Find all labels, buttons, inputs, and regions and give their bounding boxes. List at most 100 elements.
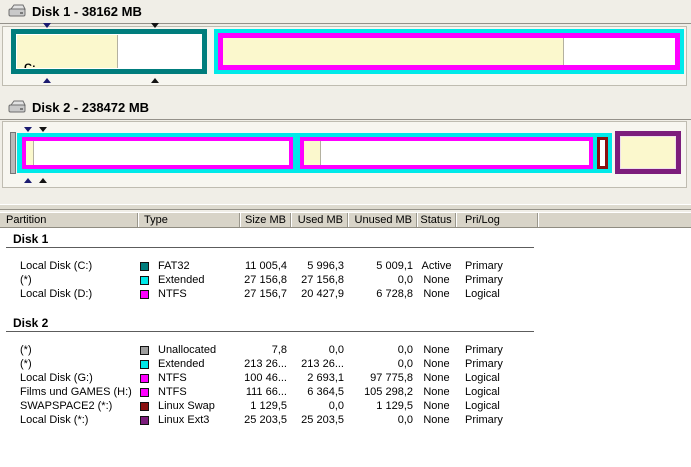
disk2-title: Disk 2 - 238472 MB (32, 100, 149, 115)
cell-used: 0,0 (291, 399, 348, 413)
cell-prilog: Primary (456, 413, 538, 427)
cell-unused: 6 728,8 (348, 287, 417, 301)
unallocated-space-bar[interactable] (10, 132, 16, 174)
cell-status: None (417, 399, 456, 413)
column-header-size[interactable]: Size MB (240, 213, 291, 227)
cell-prilog: Primary (456, 273, 538, 287)
cell-type: Linux Ext3 (138, 413, 240, 427)
column-header-used[interactable]: Used MB (291, 213, 348, 227)
type-color-swatch (140, 262, 149, 271)
partition-bar-ext3[interactable] (615, 131, 681, 174)
cell-size: 111 66... (240, 385, 291, 399)
cell-partition: (*) (0, 273, 138, 287)
cell-prilog: Logical (456, 385, 538, 399)
disk1-header-band: Disk 1 - 38162 MB (0, 0, 691, 24)
table-row-c[interactable]: Local Disk (C:) FAT32 11 005,4 5 996,3 5… (0, 259, 691, 273)
partition-bar-h-body: H: Films und GAMES 111 662,7 MB NTFS (304, 141, 589, 165)
type-color-swatch (140, 374, 149, 383)
splitter-bar[interactable] (0, 204, 691, 210)
boundary-marker-icon (151, 23, 159, 28)
table-row-extended1[interactable]: (*) Extended 27 156,8 27 156,8 0,0 None … (0, 273, 691, 287)
cell-unused: 0,0 (348, 343, 417, 357)
type-label: Extended (158, 357, 204, 371)
partition-bar-d[interactable]: D: 27 156,7 MB NTFS (218, 33, 680, 70)
cell-status: None (417, 371, 456, 385)
cell-partition: Local Disk (C:) (0, 259, 138, 273)
cell-type: Linux Swap (138, 399, 240, 413)
table-header: Partition Type Size MB Used MB Unused MB… (0, 212, 691, 228)
column-header-prilog[interactable]: Pri/Log (456, 213, 538, 227)
partition-manager-window: Disk 1 - 38162 MB C: 11 005,4 MB FAT32 D… (0, 0, 691, 467)
partition-bar-h-label: H: Films und GAMES 111 662,7 MB NTFS (311, 141, 427, 165)
column-header-filler (538, 213, 691, 227)
cell-unused: 0,0 (348, 413, 417, 427)
partition-table: Disk 1 Local Disk (C:) FAT32 11 005,4 5 … (0, 228, 691, 467)
disk1-title: Disk 1 - 38162 MB (32, 4, 142, 19)
boundary-marker-icon (43, 23, 51, 28)
partition-bar-g[interactable]: G: 100 469,0 MB NTFS (22, 137, 293, 169)
partition-bar-c[interactable]: C: 11 005,4 MB FAT32 (11, 29, 207, 74)
boundary-marker-icon (151, 78, 159, 83)
type-color-swatch (140, 290, 149, 299)
partition-bar-g-body: G: 100 469,0 MB NTFS (26, 141, 289, 165)
boundary-marker-icon (24, 127, 32, 132)
cell-partition: Local Disk (G:) (0, 371, 138, 385)
disk1-rows: Local Disk (C:) FAT32 11 005,4 5 996,3 5… (0, 259, 691, 301)
boundary-marker-icon (39, 178, 47, 183)
cell-used: 20 427,9 (291, 287, 348, 301)
table-row-swap[interactable]: SWAPSPACE2 (*:) Linux Swap 1 129,5 0,0 1… (0, 399, 691, 413)
column-header-unused[interactable]: Unused MB (348, 213, 417, 227)
type-label: Unallocated (158, 343, 216, 357)
table-row-d[interactable]: Local Disk (D:) NTFS 27 156,7 20 427,9 6… (0, 287, 691, 301)
table-row-unallocated[interactable]: (*) Unallocated 7,8 0,0 0,0 None Primary (0, 343, 691, 357)
table-row-extended2[interactable]: (*) Extended 213 26... 213 26... 0,0 Non… (0, 357, 691, 371)
cell-status: None (417, 287, 456, 301)
column-header-type[interactable]: Type (138, 213, 240, 227)
cell-size: 100 46... (240, 371, 291, 385)
cell-unused: 0,0 (348, 357, 417, 371)
type-label: Linux Ext3 (158, 413, 209, 427)
hard-disk-icon (8, 4, 27, 18)
type-label: NTFS (158, 385, 187, 399)
cell-type: NTFS (138, 287, 240, 301)
cell-used: 27 156,8 (291, 273, 348, 287)
table-row-h[interactable]: Films und GAMES (H:) NTFS 111 66... 6 36… (0, 385, 691, 399)
cell-unused: 97 775,8 (348, 371, 417, 385)
cell-prilog: Primary (456, 259, 538, 273)
cell-type: Extended (138, 357, 240, 371)
group-title-disk2: Disk 2 (13, 316, 691, 330)
type-color-swatch (140, 360, 149, 369)
group-underline (6, 331, 534, 332)
cell-unused: 0,0 (348, 273, 417, 287)
cell-size: 213 26... (240, 357, 291, 371)
boundary-marker-icon (43, 78, 51, 83)
column-header-partition[interactable]: Partition (0, 213, 138, 227)
partition-bar-swap[interactable] (597, 137, 608, 169)
cell-partition: Local Disk (D:) (0, 287, 138, 301)
cell-used: 213 26... (291, 357, 348, 371)
cell-unused: 105 298,2 (348, 385, 417, 399)
type-color-swatch (140, 388, 149, 397)
column-header-status[interactable]: Status (417, 213, 456, 227)
partition-bar-d-label: D: 27 156,7 MB NTFS (230, 39, 330, 65)
cell-used: 2 693,1 (291, 371, 348, 385)
cell-size: 27 156,8 (240, 273, 291, 287)
type-label: NTFS (158, 287, 187, 301)
type-label: Linux Swap (158, 399, 215, 413)
type-label: FAT32 (158, 259, 190, 273)
group-underline (6, 247, 534, 248)
cell-partition: SWAPSPACE2 (*:) (0, 399, 138, 413)
boundary-marker-icon (39, 127, 47, 132)
cell-status: None (417, 357, 456, 371)
cell-status: Active (417, 259, 456, 273)
partition-bar-g-label: G: 100 469,0 MB NTFS (33, 141, 139, 165)
partition-bar-d-body: D: 27 156,7 MB NTFS (223, 38, 675, 65)
cell-partition: Films und GAMES (H:) (0, 385, 138, 399)
cell-prilog: Primary (456, 343, 538, 357)
disk2-header-band: Disk 2 - 238472 MB (0, 96, 691, 120)
table-row-ext3[interactable]: Local Disk (*:) Linux Ext3 25 203,5 25 2… (0, 413, 691, 427)
table-row-g[interactable]: Local Disk (G:) NTFS 100 46... 2 693,1 9… (0, 371, 691, 385)
extended-partition-frame-disk1[interactable]: D: 27 156,7 MB NTFS (214, 29, 684, 74)
partition-bar-c-body: C: 11 005,4 MB FAT32 (17, 35, 201, 68)
partition-bar-h[interactable]: H: Films und GAMES 111 662,7 MB NTFS (300, 137, 593, 169)
